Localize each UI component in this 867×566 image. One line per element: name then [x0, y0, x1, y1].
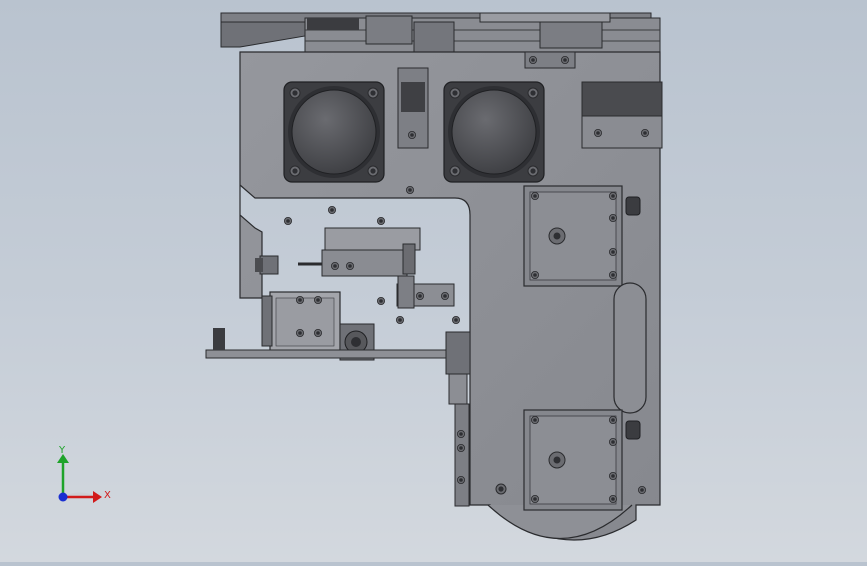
cad-viewport[interactable]: Y X — [0, 0, 867, 562]
sensor-bracket — [396, 275, 455, 309]
triad-x-arrow-icon — [93, 491, 102, 503]
top-rail-assembly — [220, 12, 661, 53]
triad-z-axis — [58, 492, 68, 502]
slide-mechanism — [255, 227, 421, 277]
coordinate-triad-icon: Y X — [57, 445, 111, 503]
cad-model-drawing: Y X — [57, 12, 663, 541]
stepper-motor-left — [283, 81, 385, 183]
triad-x-label: X — [104, 490, 111, 501]
triad-y-label: Y — [58, 445, 66, 456]
vertical-shaft — [445, 331, 471, 507]
stepper-motor-right — [443, 81, 545, 183]
upper-drive-block — [523, 185, 641, 287]
lower-drive-block — [523, 409, 641, 511]
guide-slot — [613, 282, 647, 414]
